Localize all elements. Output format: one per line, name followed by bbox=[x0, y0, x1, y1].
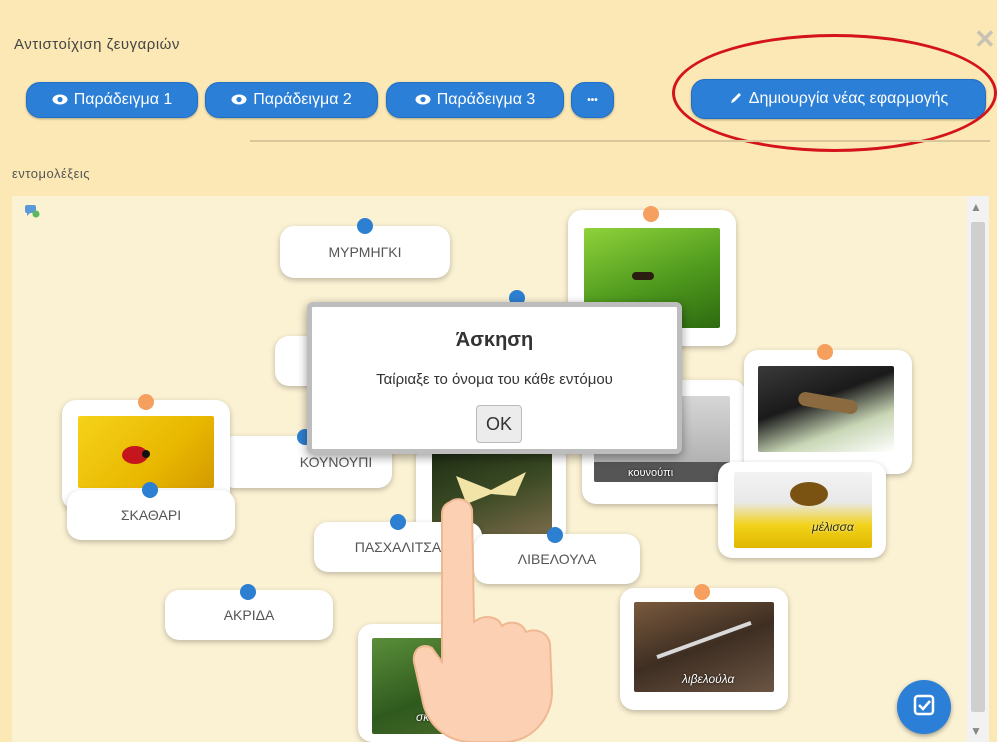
pointing-hand-icon bbox=[412, 492, 592, 742]
instruction-dialog: Άσκηση Ταίριαξε το όνομα του κάθε εντόμο… bbox=[307, 302, 682, 454]
word-label: ΜΥΡΜΗΓΚΙ bbox=[328, 244, 402, 260]
app-panel: Αντιστοίχιση ζευγαριών ✕ Παράδειγμα 1 Πα… bbox=[0, 0, 997, 742]
bee-photo: μέλισσα bbox=[734, 472, 872, 548]
image-card[interactable]: λιβελούλα bbox=[620, 588, 788, 710]
game-board: ΜΥΡΜΗΓΚΙ ΚΟΥΝΟΥΠΙ ΣΚΑΘΑΡΙ κουνούπι μέλισ… bbox=[12, 196, 967, 742]
example-3-label: Παράδειγμα 3 bbox=[436, 91, 536, 108]
example-3-button[interactable]: Παράδειγμα 3 bbox=[386, 82, 564, 118]
photo-label: λιβελούλα bbox=[682, 672, 735, 686]
photo-label: κουνούπι bbox=[628, 467, 674, 479]
image-card[interactable] bbox=[744, 350, 912, 474]
connector-dot[interactable] bbox=[240, 584, 256, 600]
connector-dot[interactable] bbox=[138, 394, 154, 410]
eye-icon bbox=[52, 93, 68, 108]
dragonfly-photo: λιβελούλα bbox=[634, 602, 774, 692]
dialog-text: Ταίριαξε το όνομα του κάθε εντόμου bbox=[376, 371, 613, 388]
connector-dot[interactable] bbox=[142, 482, 158, 498]
connector-dot[interactable] bbox=[390, 514, 406, 530]
connector-dot[interactable] bbox=[694, 584, 710, 600]
connector-dot[interactable] bbox=[357, 218, 373, 234]
scrollbar-thumb[interactable] bbox=[971, 222, 985, 712]
check-button[interactable] bbox=[897, 680, 951, 734]
page-title: Αντιστοίχιση ζευγαριών bbox=[14, 36, 180, 53]
grasshopper-photo bbox=[758, 366, 894, 452]
word-label: ΣΚΑΘΑΡΙ bbox=[120, 507, 182, 523]
example-2-button[interactable]: Παράδειγμα 2 bbox=[205, 82, 378, 118]
scroll-down-icon[interactable]: ▼ bbox=[970, 724, 982, 738]
highlight-annotation bbox=[672, 34, 997, 152]
eye-icon bbox=[415, 93, 431, 108]
example-1-label: Παράδειγμα 1 bbox=[73, 91, 173, 108]
connector-dot[interactable] bbox=[817, 344, 833, 360]
example-2-label: Παράδειγμα 2 bbox=[253, 91, 352, 108]
ok-button[interactable]: OK bbox=[476, 405, 522, 443]
more-button[interactable]: ••• bbox=[571, 82, 614, 118]
scroll-up-icon[interactable]: ▲ bbox=[970, 200, 982, 214]
connector-dot[interactable] bbox=[643, 206, 659, 222]
close-icon[interactable]: ✕ bbox=[974, 26, 996, 52]
image-card[interactable]: μέλισσα bbox=[718, 462, 886, 558]
dialog-title: Άσκηση bbox=[455, 329, 534, 351]
more-icon: ••• bbox=[587, 94, 598, 106]
eye-icon bbox=[231, 93, 247, 108]
divider bbox=[250, 140, 990, 142]
check-icon bbox=[913, 694, 935, 721]
ladybug-photo bbox=[78, 416, 214, 488]
photo-label: μέλισσα bbox=[812, 520, 854, 534]
example-1-button[interactable]: Παράδειγμα 1 bbox=[26, 82, 198, 118]
word-label: ΑΚΡΙΔΑ bbox=[223, 607, 275, 623]
game-subtitle: εντομολέξεις bbox=[12, 166, 91, 181]
word-label: ΚΟΥΝΟΥΠΙ bbox=[299, 454, 373, 470]
hint-icon[interactable] bbox=[24, 204, 40, 223]
